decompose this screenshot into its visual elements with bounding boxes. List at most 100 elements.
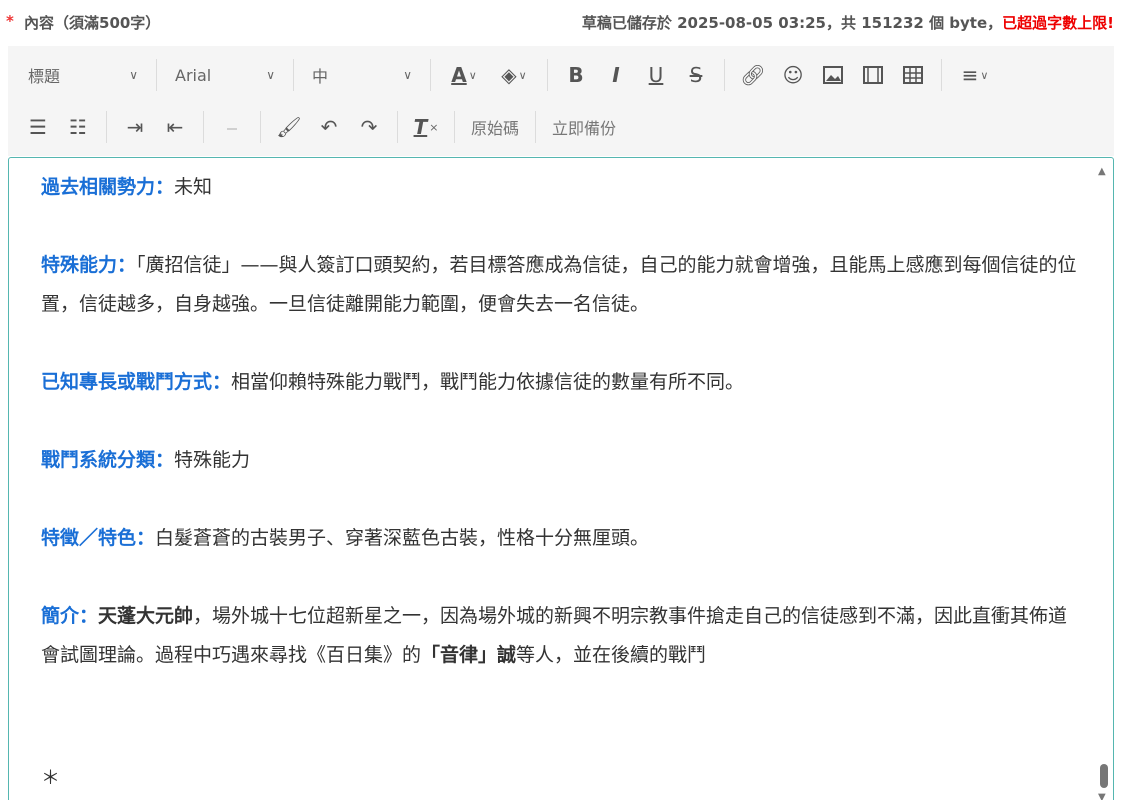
format-select-value: 標題 — [28, 67, 61, 86]
field-key: 簡介： — [41, 605, 99, 627]
toolbar-divider — [430, 59, 431, 91]
indent-icon: ⇥ — [126, 115, 144, 139]
bulleted-list-icon: ☰ — [29, 115, 47, 139]
size-select[interactable]: 中 ∨ — [302, 57, 422, 93]
toolbar-divider — [106, 111, 107, 143]
field-key: 戰鬥系統分類： — [41, 449, 175, 471]
paragraph-affiliation: 過去相關勢力：未知 — [41, 168, 1081, 207]
chevron-down-icon: ∨ — [980, 68, 989, 82]
toolbar-row-2: ☰ ☷ ⇥ ⇤ ⎯ 🖌︎ ↶ ↷ T × 原始碼 立即備份 — [18, 102, 624, 152]
paragraph-ability: 特殊能力：「廣招信徒」——與人簽訂口頭契約，若目標答應成為信徒，自己的能力就會增… — [41, 246, 1081, 324]
scroll-down-icon[interactable]: ▼ — [1098, 792, 1106, 800]
chevron-down-icon: ∨ — [468, 68, 477, 82]
field-key: 過去相關勢力： — [41, 176, 175, 198]
link-button[interactable]: 🔗︎ — [733, 57, 773, 93]
paragraph-features: 特徵／特色：白髮蒼蒼的古裝男子、穿著深藍色古裝，性格十分無厘頭。 — [41, 519, 1081, 558]
clear-format-button[interactable]: T × — [406, 109, 446, 145]
content-field-label: 內容（須滿500字） — [24, 14, 161, 32]
draft-status-text: 草稿已儲存於 2025-08-05 03:25，共 151232 個 byte， — [581, 14, 1003, 32]
font-color-button[interactable]: A ∨ — [439, 57, 489, 93]
editor-header: * 內容（須滿500字） 草稿已儲存於 2025-08-05 03:25，共 1… — [0, 0, 1136, 46]
paint-bucket-icon: ◈ — [501, 63, 517, 87]
emoji-button[interactable]: ☺ — [773, 57, 813, 93]
bold-button[interactable]: B — [556, 57, 596, 93]
paintbrush-icon: 🖌︎ — [276, 115, 302, 139]
indent-button[interactable]: ⇥ — [115, 109, 155, 145]
video-button[interactable] — [853, 57, 893, 93]
toolbar-divider — [203, 111, 204, 143]
font-select-value: Arial — [175, 65, 212, 85]
field-value: 等人，並在後續的戰鬥 — [516, 644, 707, 666]
toolbar-divider — [941, 59, 942, 91]
video-icon — [863, 66, 883, 84]
font-select[interactable]: Arial ∨ — [165, 57, 285, 93]
link-icon: 🔗︎ — [740, 63, 766, 87]
align-button[interactable]: ≡ ∨ — [950, 57, 1000, 93]
horizontal-rule-button[interactable]: ⎯ — [212, 109, 252, 145]
chevron-down-icon: ∨ — [266, 68, 275, 82]
field-value: 「廣招信徒」——與人簽訂口頭契約，若目標答應成為信徒，自己的能力就會增強，且能馬… — [41, 254, 1077, 315]
bold-mention: 「音律」誠 — [421, 644, 517, 666]
numbered-list-button[interactable]: ☷ — [58, 109, 98, 145]
toolbar-divider — [293, 59, 294, 91]
rich-text-editor[interactable]: 過去相關勢力：未知 特殊能力：「廣招信徒」——與人簽訂口頭契約，若目標答應成為信… — [8, 157, 1114, 800]
format-select[interactable]: 標題 ∨ — [18, 57, 148, 93]
scroll-up-icon[interactable]: ▲ — [1098, 166, 1106, 177]
scrollbar-thumb[interactable] — [1100, 764, 1108, 788]
size-select-value: 中 — [312, 67, 329, 86]
field-value: 白髮蒼蒼的古裝男子、穿著深藍色古裝，性格十分無厘頭。 — [155, 527, 650, 549]
paragraph-combat-system: 戰鬥系統分類：特殊能力 — [41, 441, 1081, 480]
clear-format-icon: T — [413, 115, 428, 139]
numbered-list-icon: ☷ — [69, 115, 87, 139]
source-code-button[interactable]: 原始碼 — [463, 109, 527, 145]
underline-button[interactable]: U — [636, 57, 676, 93]
field-key: 特徵／特色： — [41, 527, 156, 549]
bg-color-button[interactable]: ◈ ∨ — [489, 57, 539, 93]
font-color-icon: A — [451, 63, 467, 87]
strikethrough-button[interactable]: S — [676, 57, 716, 93]
redo-icon: ↷ — [360, 115, 378, 139]
bold-icon: B — [568, 63, 584, 87]
required-star: * — [6, 12, 14, 30]
image-button[interactable] — [813, 57, 853, 93]
horizontal-rule-icon: ⎯ — [227, 115, 237, 139]
editor-content[interactable]: 過去相關勢力：未知 特殊能力：「廣招信徒」——與人簽訂口頭契約，若目標答應成為信… — [41, 168, 1081, 798]
chevron-down-icon: ∨ — [403, 68, 412, 82]
strikethrough-icon: S — [689, 63, 703, 87]
redo-button[interactable]: ↷ — [349, 109, 389, 145]
chevron-down-icon: ∨ — [518, 68, 527, 82]
chevron-down-icon: ∨ — [129, 68, 138, 82]
toolbar-divider — [724, 59, 725, 91]
toolbar-divider — [454, 111, 455, 143]
outdent-button[interactable]: ⇤ — [155, 109, 195, 145]
length-warning: 已超過字數上限! — [1002, 14, 1114, 32]
italic-icon: I — [612, 63, 620, 87]
editor-toolbar: 標題 ∨ Arial ∨ 中 ∨ A ∨ ◈ ∨ B I U S 🔗︎ ☺ ≡ ∨ ☰ ☷ … — [8, 46, 1114, 156]
close-icon: × — [429, 120, 439, 134]
smiley-icon: ☺ — [782, 63, 804, 87]
bulleted-list-button[interactable]: ☰ — [18, 109, 58, 145]
italic-button[interactable]: I — [596, 57, 636, 93]
format-painter-button[interactable]: 🖌︎ — [269, 109, 309, 145]
paragraph-combat-style: 已知專長或戰鬥方式：相當仰賴特殊能力戰鬥，戰鬥能力依據信徒的數量有所不同。 — [41, 363, 1081, 402]
toolbar-divider — [260, 111, 261, 143]
image-icon — [823, 66, 843, 84]
underline-icon: U — [648, 63, 664, 87]
field-key: 特殊能力： — [41, 254, 137, 276]
backup-now-button[interactable]: 立即備份 — [544, 109, 624, 145]
toolbar-divider — [156, 59, 157, 91]
table-button[interactable] — [893, 57, 933, 93]
paragraph-asterisk: ＊ — [41, 767, 61, 789]
undo-button[interactable]: ↶ — [309, 109, 349, 145]
field-value: 未知 — [174, 176, 213, 198]
field-value: 相當仰賴特殊能力戰鬥，戰鬥能力依據信徒的數量有所不同。 — [231, 371, 745, 393]
editor-scrollbar[interactable]: ▲ ▼ — [1097, 158, 1111, 800]
draft-status: 草稿已儲存於 2025-08-05 03:25，共 151232 個 byte，… — [582, 12, 1114, 33]
